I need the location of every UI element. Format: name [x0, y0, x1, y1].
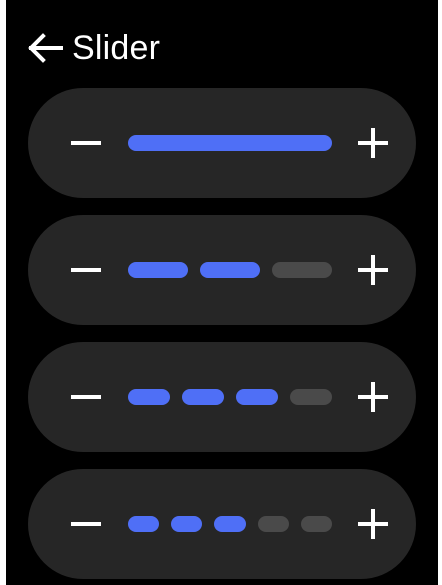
slider-4[interactable] — [28, 469, 416, 579]
left-edge — [0, 0, 6, 585]
page-title: Slider — [72, 28, 161, 67]
back-button[interactable] — [24, 26, 66, 70]
minus-icon — [71, 268, 101, 272]
slider-segment-inactive — [300, 516, 332, 532]
increase-button[interactable] — [353, 377, 393, 417]
slider-segment-active — [214, 516, 246, 532]
slider-2[interactable] — [28, 215, 416, 325]
right-edge — [438, 0, 442, 585]
slider-track[interactable] — [128, 135, 332, 151]
arrow-left-icon — [28, 33, 63, 63]
slider-track[interactable] — [128, 262, 332, 278]
plus-icon — [358, 128, 388, 158]
plus-icon — [358, 382, 388, 412]
slider-1[interactable] — [28, 88, 416, 198]
decrease-button[interactable] — [66, 123, 106, 163]
plus-icon — [358, 509, 388, 539]
slider-segment-active — [128, 262, 188, 278]
slider-segment-active — [182, 389, 224, 405]
header: Slider — [28, 26, 160, 70]
minus-icon — [71, 395, 101, 399]
increase-button[interactable] — [353, 250, 393, 290]
slider-segment-active — [200, 262, 260, 278]
screen: Slider — [0, 0, 442, 585]
slider-track[interactable] — [128, 389, 332, 405]
decrease-button[interactable] — [66, 250, 106, 290]
decrease-button[interactable] — [66, 377, 106, 417]
slider-3[interactable] — [28, 342, 416, 452]
increase-button[interactable] — [353, 123, 393, 163]
minus-icon — [71, 522, 101, 526]
slider-segment-active — [236, 389, 278, 405]
slider-segment-active — [128, 135, 332, 151]
increase-button[interactable] — [353, 504, 393, 544]
slider-segment-inactive — [272, 262, 332, 278]
slider-segment-active — [171, 516, 203, 532]
minus-icon — [71, 141, 101, 145]
slider-segment-inactive — [290, 389, 332, 405]
slider-segment-active — [128, 389, 170, 405]
plus-icon — [358, 255, 388, 285]
slider-segment-active — [128, 516, 160, 532]
decrease-button[interactable] — [66, 504, 106, 544]
slider-segment-inactive — [257, 516, 289, 532]
slider-track[interactable] — [128, 516, 332, 532]
